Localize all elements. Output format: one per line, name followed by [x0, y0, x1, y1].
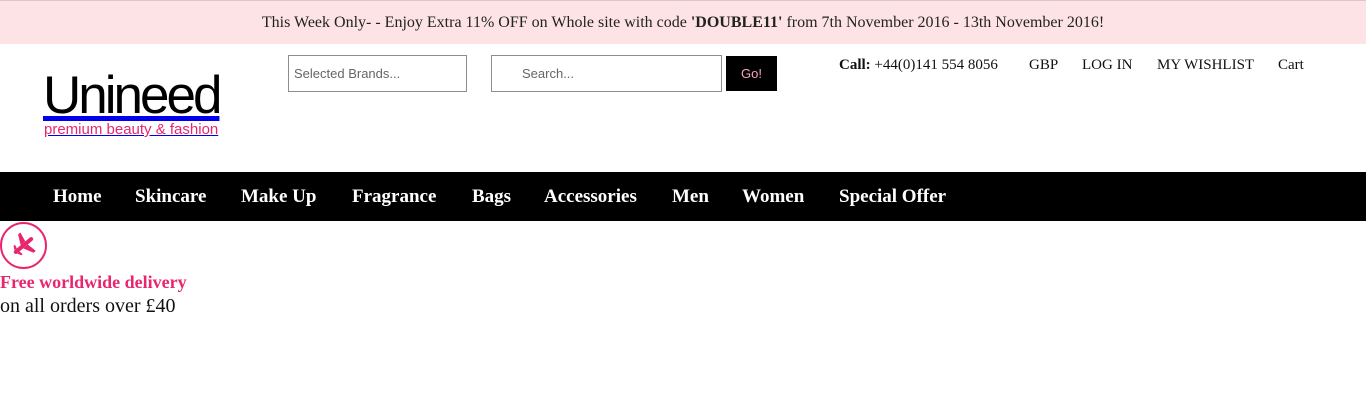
promo-banner: This Week Only- - Enjoy Extra 11% OFF on…	[0, 0, 1366, 44]
wishlist-link[interactable]: MY WISHLIST	[1157, 57, 1254, 73]
nav-item-men[interactable]: Men	[672, 172, 709, 221]
logo-tagline: premium beauty & fashion	[44, 121, 219, 138]
delivery-title: Free worldwide delivery	[0, 272, 187, 292]
main-nav: Home Skincare Make Up Fragrance Bags Acc…	[0, 172, 1366, 221]
call-label: Call:	[839, 57, 871, 73]
login-link[interactable]: LOG IN	[1082, 57, 1132, 73]
nav-item-home[interactable]: Home	[53, 172, 102, 221]
delivery-subtitle: on all orders over £40	[0, 295, 176, 317]
site-logo[interactable]: Unineed premium beauty & fashion	[43, 66, 222, 138]
search-input[interactable]	[491, 55, 722, 92]
currency-selector[interactable]: GBP	[1029, 57, 1058, 73]
search-go-button[interactable]: Go!	[726, 56, 777, 91]
logo-wordmark: Unineed	[43, 66, 222, 125]
nav-item-bags[interactable]: Bags	[472, 172, 511, 221]
phone-number: +44(0)141 554 8056	[874, 57, 998, 73]
nav-item-women[interactable]: Women	[742, 172, 804, 221]
nav-item-special-offer[interactable]: Special Offer	[839, 172, 946, 221]
promo-text: This Week Only- - Enjoy Extra 11% OFF on…	[261, 14, 691, 31]
airplane-icon	[0, 222, 47, 269]
nav-item-accessories[interactable]: Accessories	[544, 172, 637, 221]
nav-item-make-up[interactable]: Make Up	[241, 172, 316, 221]
cart-link[interactable]: Cart	[1278, 57, 1304, 73]
nav-item-fragrance[interactable]: Fragrance	[352, 172, 436, 221]
nav-item-skincare[interactable]: Skincare	[135, 172, 206, 221]
promo-code: 'DOUBLE11'	[690, 14, 783, 31]
promo-dates: from 7th November 2016 - 13th November 2…	[782, 14, 1105, 31]
brands-select-input[interactable]	[288, 55, 467, 92]
call-info: Call: +44(0)141 554 8056	[839, 57, 998, 74]
